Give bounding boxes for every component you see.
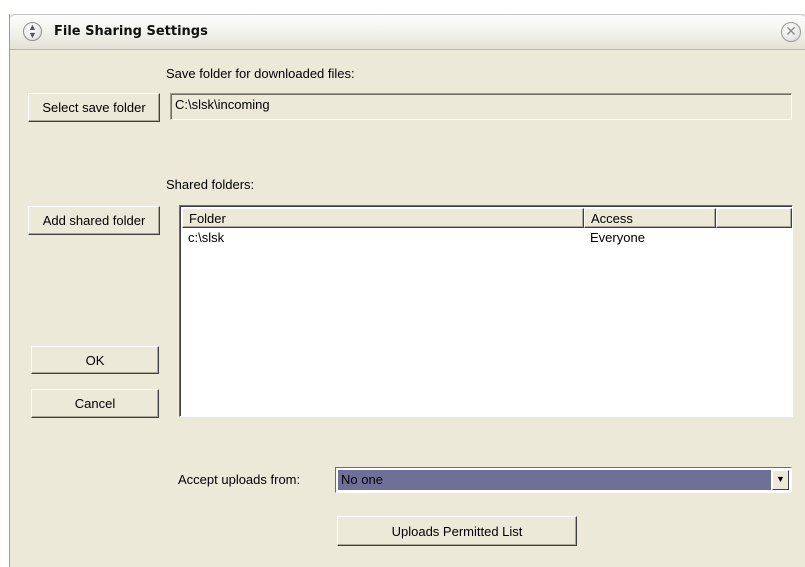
accept-uploads-label: Accept uploads from: <box>178 472 301 487</box>
save-folder-label: Save folder for downloaded files: <box>166 66 355 81</box>
save-folder-field[interactable]: C:\slsk\incoming <box>170 93 792 120</box>
accept-uploads-dropdown[interactable]: No one ▼ <box>335 467 792 493</box>
close-icon[interactable]: ✕ <box>781 22 801 42</box>
shared-folders-label: Shared folders: <box>166 177 255 192</box>
folder-cell: c:\slsk <box>188 230 225 245</box>
shared-folders-list[interactable]: Folder Access c:\slsk Everyone <box>179 205 793 417</box>
window-title: File Sharing Settings <box>54 24 208 39</box>
accept-uploads-selected: No one <box>338 470 771 490</box>
file-sharing-settings-window: ▲ ▼ File Sharing Settings ✕ Save folder f… <box>9 14 805 567</box>
access-cell: Everyone <box>590 230 645 245</box>
add-shared-folder-button[interactable]: Add shared folder <box>28 206 160 235</box>
column-header-empty[interactable] <box>716 208 792 228</box>
column-header-access[interactable]: Access <box>584 208 716 228</box>
uploads-permitted-list-button[interactable]: Uploads Permitted List <box>337 516 577 546</box>
ok-button[interactable]: OK <box>31 346 159 374</box>
title-bar: ▲ ▼ File Sharing Settings ✕ <box>10 14 805 50</box>
select-save-folder-button[interactable]: Select save folder <box>28 93 160 122</box>
dropdown-arrow-icon[interactable]: ▼ <box>772 470 789 490</box>
column-header-folder[interactable]: Folder <box>182 208 584 228</box>
table-row[interactable]: c:\slsk Everyone <box>182 230 790 248</box>
collapse-icon[interactable]: ▲ ▼ <box>23 22 42 41</box>
list-header: Folder Access <box>182 208 792 228</box>
cancel-button[interactable]: Cancel <box>31 389 159 418</box>
